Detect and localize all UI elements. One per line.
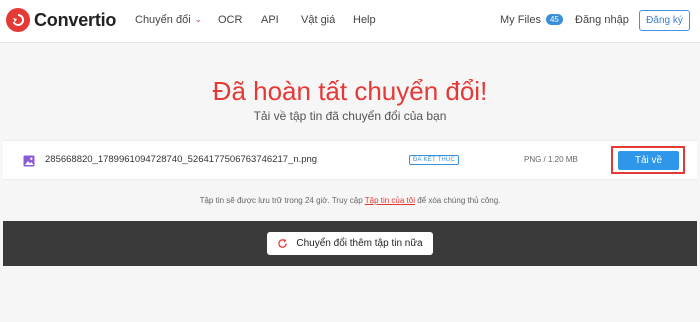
- top-navbar: Convertio Chuyển đổi ⌄ OCR API Vật giá He…: [0, 0, 700, 43]
- file-name: 285668820_1789961094728740_5264177506763…: [45, 154, 318, 165]
- note-text-before: Tập tin sẽ được lưu trữ trong 24 giờ. Tr…: [199, 196, 365, 205]
- logo[interactable]: Convertio: [6, 8, 116, 32]
- refresh-icon: [277, 238, 288, 249]
- nav-ocr[interactable]: OCR: [218, 14, 242, 26]
- file-meta: PNG / 1.20 MB: [524, 155, 578, 164]
- page-subtitle: Tải về tập tin đã chuyển đổi của bạn: [253, 109, 447, 123]
- image-file-icon: [23, 154, 35, 172]
- status-badge: ĐÃ KẾT THÚC: [409, 155, 459, 165]
- nav-convert-label: Chuyển đổi: [135, 14, 191, 26]
- signup-button[interactable]: Đăng ký: [639, 10, 690, 31]
- my-files-link[interactable]: Tập tin của tôi: [365, 196, 415, 205]
- page-title: Đã hoàn tất chuyển đổi!: [212, 76, 488, 106]
- nav-pricing[interactable]: Vật giá: [301, 14, 335, 26]
- login-link[interactable]: Đăng nhập: [575, 14, 629, 26]
- convertio-logo-icon: [6, 8, 30, 32]
- convert-more-button[interactable]: Chuyển đổi thêm tập tin nữa: [267, 232, 433, 255]
- my-files-count-badge: 45: [545, 14, 563, 25]
- file-row: 285668820_1789961094728740_5264177506763…: [3, 140, 697, 180]
- download-button[interactable]: Tải về: [618, 151, 679, 170]
- nav-my-files[interactable]: My Files 45: [500, 14, 563, 26]
- retention-note: Tập tin sẽ được lưu trữ trong 24 giờ. Tr…: [0, 196, 700, 205]
- my-files-label: My Files: [500, 14, 541, 26]
- note-text-after: để xóa chúng thủ công.: [415, 196, 501, 205]
- nav-api[interactable]: API: [261, 14, 279, 26]
- nav-help[interactable]: Help: [353, 14, 376, 26]
- chevron-down-icon: ⌄: [194, 14, 203, 24]
- nav-convert[interactable]: Chuyển đổi ⌄: [135, 14, 202, 26]
- convert-more-label: Chuyển đổi thêm tập tin nữa: [296, 238, 423, 249]
- logo-text: Convertio: [34, 9, 117, 30]
